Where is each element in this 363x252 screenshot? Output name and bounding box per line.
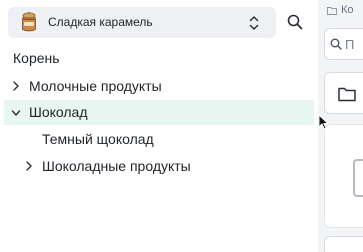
store-name: Сладкая карамель bbox=[48, 15, 153, 29]
folder-icon bbox=[327, 7, 337, 15]
tree-item-label: Шоколад bbox=[29, 104, 88, 120]
search-icon bbox=[287, 14, 303, 30]
breadcrumb-root[interactable]: Ко bbox=[341, 4, 354, 16]
tree-item-dairy[interactable]: Молочные продукты bbox=[0, 74, 318, 98]
caramel-jar-icon bbox=[22, 12, 36, 32]
chevron-right-icon[interactable] bbox=[11, 80, 21, 92]
tree-item-label: Темный щоколад bbox=[42, 131, 154, 147]
tree-item-dark-chocolate[interactable]: Темный щоколад bbox=[0, 127, 318, 151]
store-selector[interactable]: Сладкая карамель bbox=[8, 7, 276, 38]
tree-item-label: Молочные продукты bbox=[29, 78, 162, 94]
chevron-up-down-icon bbox=[249, 16, 259, 30]
product-image-placeholder bbox=[353, 159, 363, 197]
folder-icon bbox=[338, 87, 356, 102]
folder-card[interactable] bbox=[324, 72, 363, 114]
chevron-down-icon[interactable] bbox=[11, 107, 21, 119]
search-icon bbox=[330, 38, 342, 50]
search-placeholder: П bbox=[345, 37, 355, 52]
tree-item-chocolate[interactable]: Шоколад bbox=[4, 100, 314, 125]
chevron-right-icon[interactable] bbox=[24, 160, 34, 172]
product-search-input[interactable]: П bbox=[324, 28, 363, 60]
tree-item-label: Шоколадные продукты bbox=[42, 158, 191, 174]
tree-item-chocolate-products[interactable]: Шоколадные продукты bbox=[0, 154, 318, 178]
product-card[interactable] bbox=[324, 124, 363, 228]
mouse-cursor-icon bbox=[318, 114, 329, 130]
category-tree-panel: Сладкая карамель Корень Молочные продукт… bbox=[0, 0, 318, 252]
app-window: Сладкая карамель Корень Молочные продукт… bbox=[0, 0, 363, 252]
product-card[interactable] bbox=[324, 236, 363, 252]
search-button[interactable] bbox=[282, 9, 308, 35]
tree-root[interactable]: Корень bbox=[13, 50, 60, 66]
